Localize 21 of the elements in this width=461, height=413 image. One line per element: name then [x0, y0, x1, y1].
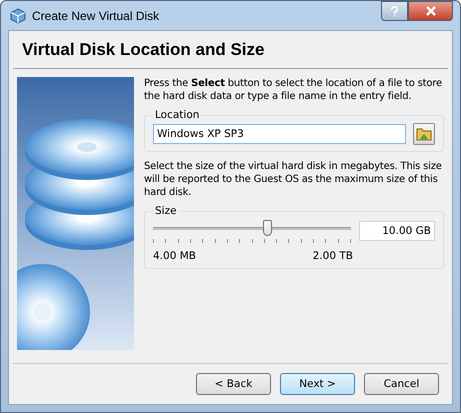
size-field[interactable]: 10.00 GB	[359, 221, 435, 241]
help-icon	[390, 6, 399, 16]
location-field[interactable]: Windows XP SP3	[153, 124, 406, 144]
close-icon	[424, 6, 436, 16]
group-label: Location	[154, 109, 200, 121]
cancel-button[interactable]: Cancel	[364, 373, 439, 395]
close-button[interactable]	[408, 1, 453, 21]
slider-thumb[interactable]	[262, 220, 272, 236]
folder-button[interactable]	[413, 123, 435, 145]
page-heading: Virtual Disk Location and Size	[13, 31, 448, 69]
cube-icon	[10, 8, 26, 24]
help-button[interactable]	[381, 1, 408, 21]
max-size-label: 2.00 TB	[312, 250, 353, 262]
min-size-label: 4.00 MB	[153, 250, 196, 262]
next-button[interactable]: Next >	[280, 373, 355, 395]
window-title: Create New Virtual Disk	[32, 8, 160, 22]
size-slider[interactable]	[153, 220, 351, 236]
location-instructions: Press the Select button to select the location of a file to store the hard disk data or type a file name in the entry field.	[144, 77, 443, 103]
back-button[interactable]: < Back	[196, 373, 271, 395]
group-label: Size	[154, 205, 178, 217]
size-instructions: Select the size of the virtual hard disk in megabytes. This size will be reported to the Guest OS as the maximum size of this hard disk.	[144, 160, 443, 199]
